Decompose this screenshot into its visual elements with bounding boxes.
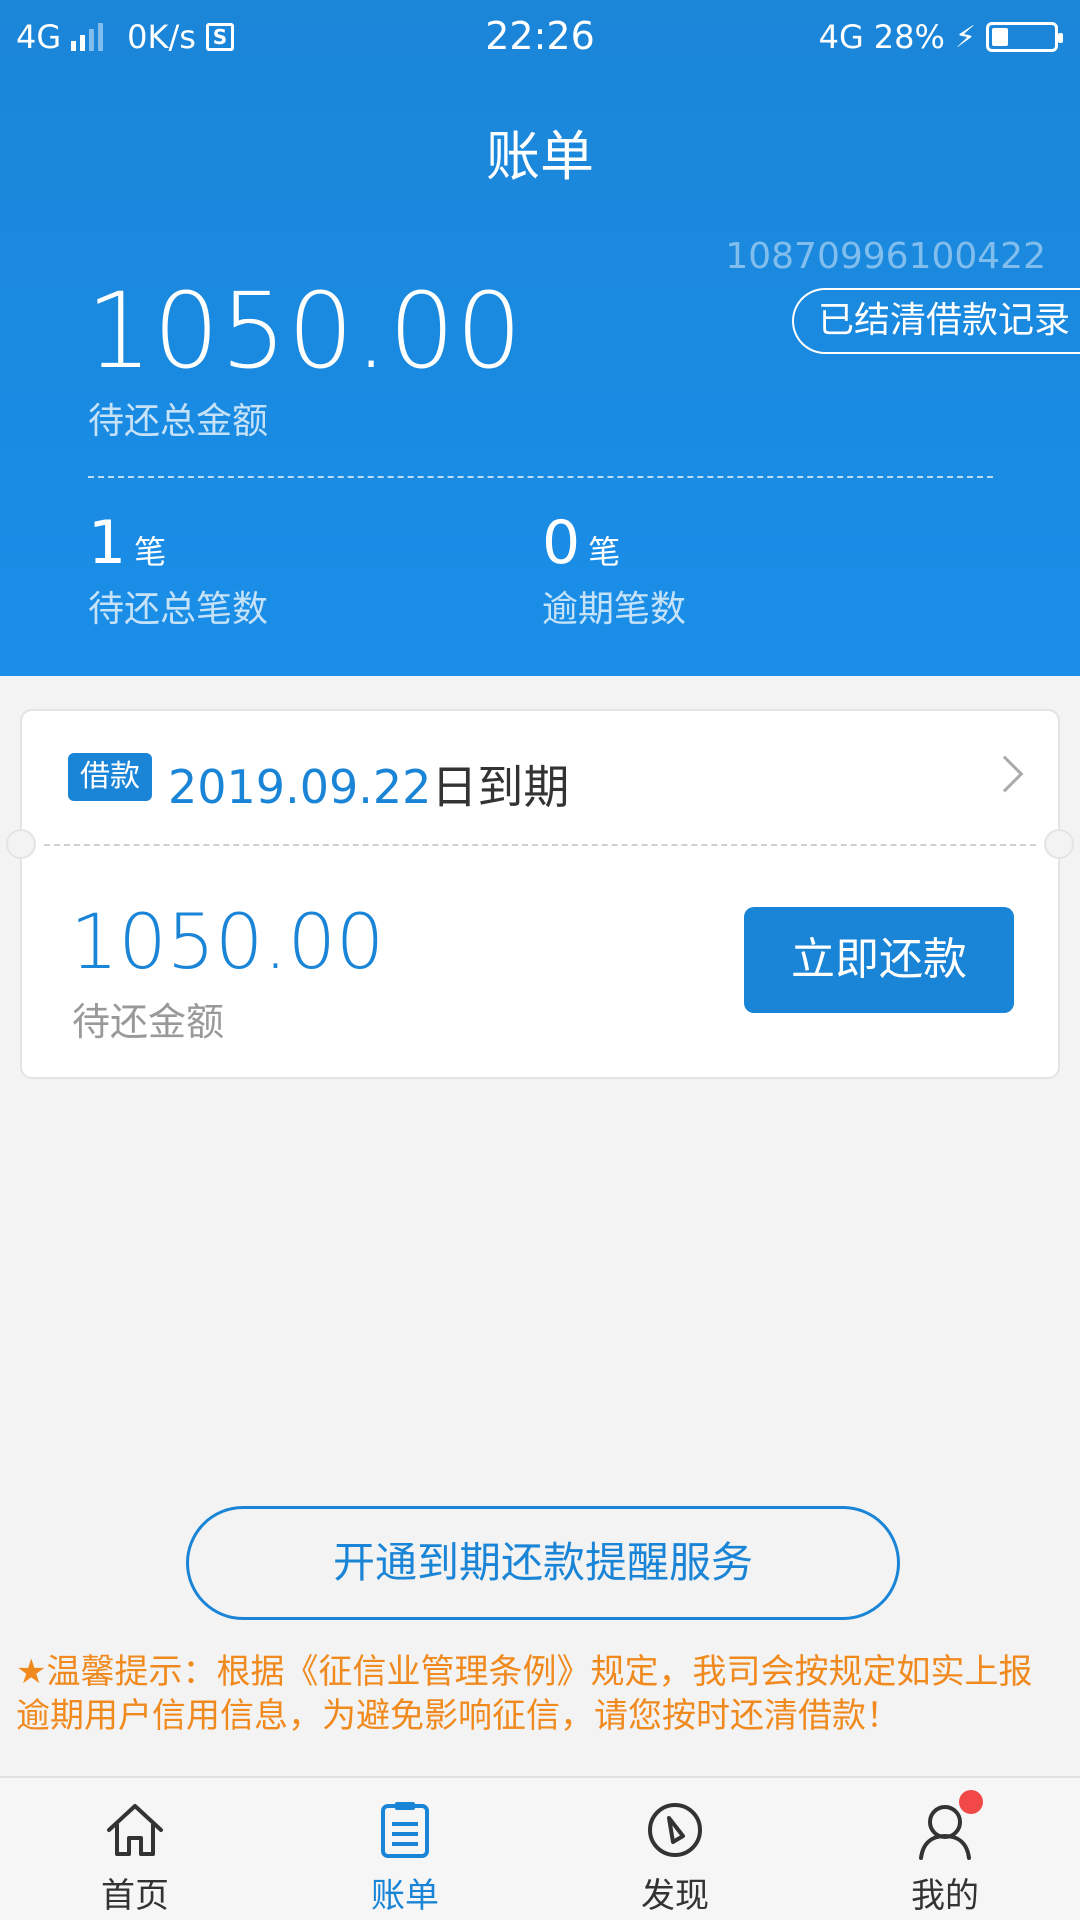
nav-item-me[interactable]: 我的 [810, 1778, 1080, 1920]
pay-now-button[interactable]: 立即还款 [744, 907, 1014, 1013]
account-number: 10870996100422 [725, 236, 1046, 277]
network-type-right: 4G [818, 18, 864, 56]
total-amount: 1050.00 [86, 270, 524, 392]
overdue-count: 0 [542, 508, 581, 578]
loan-amount-label: 待还金额 [72, 1000, 225, 1044]
battery-percent: 28% [873, 18, 945, 56]
nav-label-discover: 发现 [641, 1876, 709, 1916]
nav-label-bill: 账单 [371, 1876, 439, 1916]
total-amount-label: 待还总金额 [88, 401, 269, 442]
bottom-nav: 首页 账单 发现 我的 [0, 1776, 1080, 1920]
chevron-right-icon[interactable] [986, 755, 1024, 793]
bill-icon [381, 1802, 429, 1858]
loan-card-header[interactable]: 借款 2019.09.22日到期 [22, 711, 1058, 845]
notification-dot [959, 1790, 983, 1814]
bill-header: 4G 0K/s S 22:26 4G 28% ⚡ 账单 108709961004… [0, 0, 1080, 676]
pending-count: 1 [88, 508, 127, 578]
nav-item-bill[interactable]: 账单 [270, 1778, 540, 1920]
overdue-count-stat: 0笔 逾期笔数 [542, 508, 686, 632]
nav-item-discover[interactable]: 发现 [540, 1778, 810, 1920]
loan-card: 借款 2019.09.22日到期 1050.00 待还金额 立即还款 [6, 709, 1074, 1079]
settled-records-button[interactable]: 已结清借款记录 [792, 288, 1080, 354]
enable-reminder-button[interactable]: 开通到期还款提醒服务 [186, 1506, 900, 1620]
battery-icon [986, 22, 1063, 52]
compass-icon [648, 1803, 702, 1857]
pending-unit: 笔 [134, 533, 167, 571]
nav-label-me: 我的 [911, 1876, 979, 1916]
due-suffix: 日到期 [431, 760, 570, 814]
card-notch-right [1044, 829, 1074, 859]
nav-item-home[interactable]: 首页 [0, 1778, 270, 1920]
loan-amount: 1050.00 [70, 897, 385, 986]
header-divider [88, 476, 993, 478]
overdue-label: 逾期笔数 [542, 589, 687, 630]
due-date: 2019.09.22日到期 [168, 751, 569, 817]
nav-label-home: 首页 [101, 1876, 169, 1916]
pending-label: 待还总笔数 [88, 589, 269, 630]
home-icon [107, 1804, 163, 1856]
card-notch-left [6, 829, 36, 859]
charging-icon: ⚡ [954, 19, 976, 55]
pending-count-stat: 1笔 待还总笔数 [88, 508, 268, 632]
loan-tag: 借款 [68, 753, 152, 801]
overdue-unit: 笔 [588, 533, 621, 571]
page-title: 账单 [486, 125, 594, 188]
card-divider [44, 844, 1036, 846]
due-date-value: 2019.09.22 [168, 760, 432, 814]
status-bar: 4G 0K/s S 22:26 4G 28% ⚡ [0, 0, 1080, 75]
warm-tip: ★温馨提示：根据《征信业管理条例》规定，我司会按规定如实上报逾期用户信用信息，为… [16, 1652, 1033, 1736]
